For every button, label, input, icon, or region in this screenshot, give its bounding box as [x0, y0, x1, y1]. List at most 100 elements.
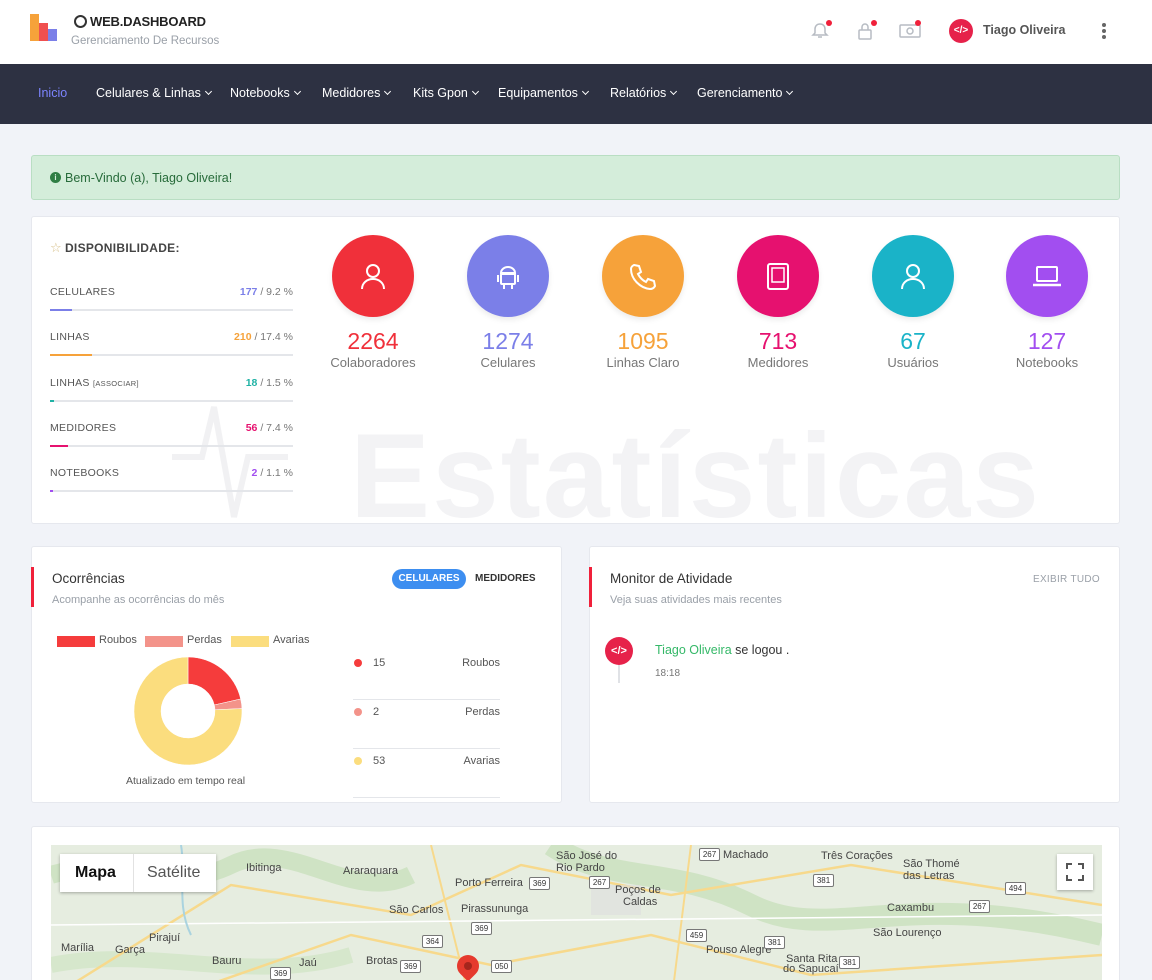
- stat-celulares[interactable]: 1274 Celulares: [443, 235, 573, 370]
- chart-caption: Atualizado em tempo real: [126, 775, 246, 787]
- availability-row: LINHAS [ASSOCIAR] 18 / 1.5 %: [50, 377, 293, 407]
- info-icon: i: [50, 172, 61, 183]
- map-city-label: São José do: [556, 850, 618, 862]
- nav-item-inicio[interactable]: Inicio: [38, 86, 67, 100]
- map-city-label: Marília: [61, 942, 95, 954]
- stat-notebooks[interactable]: 127 Notebooks: [982, 235, 1112, 370]
- fullscreen-icon[interactable]: [1057, 854, 1093, 890]
- availability-progress-fill: [50, 400, 54, 402]
- occurrence-row: 15 Roubos: [353, 651, 500, 700]
- chevron-down-icon: [293, 87, 301, 96]
- map-city-label: São Carlos: [389, 904, 444, 916]
- user-name[interactable]: Tiago Oliveira: [983, 23, 1065, 37]
- map-type-toggle: Mapa Satélite: [60, 854, 216, 892]
- welcome-text: Bem-Vindo (a), Tiago Oliveira!: [65, 171, 233, 185]
- brand-title[interactable]: WEB.DASHBOARD: [74, 14, 206, 29]
- occurrences-title: Ocorrências: [52, 571, 125, 586]
- satellite-mode-button[interactable]: Satélite: [147, 864, 200, 882]
- map-city-label: Garça: [115, 944, 145, 956]
- availability-value: 56 / 7.4 %: [245, 422, 293, 434]
- nav-item-medidores[interactable]: Medidores: [322, 86, 392, 100]
- donut-slice-roubos[interactable]: [187, 656, 241, 706]
- app-logo[interactable]: [30, 14, 58, 42]
- tab-medidores[interactable]: MEDIDORES: [475, 573, 536, 584]
- availability-progress-track: [50, 490, 293, 492]
- activity-user-link[interactable]: Tiago Oliveira: [655, 643, 732, 657]
- user-icon: [872, 235, 954, 317]
- road-shield: 381: [813, 874, 834, 887]
- stat-linhas-claro[interactable]: 1095 Linhas Claro: [578, 235, 708, 370]
- availability-value: 2 / 1.1 %: [251, 467, 293, 479]
- availability-progress-track: [50, 445, 293, 447]
- stat-label: Medidores: [747, 355, 809, 370]
- availability-label: LINHAS: [50, 331, 90, 343]
- stat-colaboradores[interactable]: 2264 Colaboradores: [308, 235, 438, 370]
- availability-progress-fill: [50, 490, 53, 492]
- tablet-icon: [737, 235, 819, 317]
- card-accent-bar: [589, 567, 592, 607]
- activity-time: 18:18: [655, 668, 681, 679]
- more-options-icon[interactable]: [1097, 23, 1111, 41]
- star-icon: ☆: [50, 240, 62, 255]
- map-view[interactable]: Ibitinga Araraquara Porto Ferreira São José…: [51, 845, 1102, 980]
- phone-icon: [602, 235, 684, 317]
- notification-dot: [915, 20, 921, 26]
- map-city-label: Pirassununga: [461, 903, 529, 915]
- availability-title: ☆ DISPONIBILIDADE:: [50, 240, 180, 255]
- chevron-down-icon: [581, 87, 589, 96]
- monitor-title: Monitor de Atividade: [610, 571, 733, 586]
- brand-globe-icon: [74, 15, 87, 28]
- map-city-label: Porto Ferreira: [455, 877, 523, 889]
- nav-item-kits-gpon[interactable]: Kits Gpon: [413, 86, 479, 100]
- road-shield: 369: [400, 960, 421, 973]
- main-navbar: Inicio Celulares & Linhas Notebooks Medi…: [0, 64, 1152, 124]
- occurrences-donut-chart[interactable]: [133, 656, 243, 766]
- occurrences-card: Ocorrências Acompanhe as ocorrências do …: [31, 546, 562, 803]
- user-avatar[interactable]: </>: [949, 19, 973, 43]
- notification-bell-icon[interactable]: [810, 20, 832, 40]
- map-city-label: do Sapucaí: [783, 963, 839, 975]
- road-shield: 369: [529, 877, 550, 890]
- nav-item-gerenciamento[interactable]: Gerenciamento: [697, 86, 794, 100]
- card-accent-bar: [31, 567, 34, 607]
- welcome-alert: i Bem-Vindo (a), Tiago Oliveira!: [31, 155, 1120, 200]
- tab-celulares[interactable]: CELULARES: [392, 569, 466, 589]
- stat-label: Linhas Claro: [606, 355, 680, 370]
- stat-medidores[interactable]: 713 Medidores: [713, 235, 843, 370]
- stat-label: Usuários: [887, 355, 939, 370]
- chevron-down-icon: [384, 87, 392, 96]
- money-icon[interactable]: [899, 20, 921, 40]
- user-icon: [332, 235, 414, 317]
- map-city-label: Ibitinga: [246, 862, 282, 874]
- stat-value: 1274: [482, 328, 534, 354]
- nav-item-equipamentos[interactable]: Equipamentos: [498, 86, 589, 100]
- nav-item-notebooks[interactable]: Notebooks: [230, 86, 301, 100]
- availability-label: CELULARES: [50, 286, 116, 298]
- occurrence-row: 53 Avarias: [353, 749, 500, 798]
- availability-row: NOTEBOOKS 2 / 1.1 %: [50, 467, 293, 497]
- series-dot: [354, 659, 362, 667]
- stat-label: Notebooks: [1015, 355, 1079, 370]
- availability-value: 18 / 1.5 %: [245, 377, 293, 389]
- stat-usuarios[interactable]: 67 Usuários: [848, 235, 978, 370]
- stat-value: 1095: [617, 328, 669, 354]
- nav-item-celulares-linhas[interactable]: Celulares & Linhas: [96, 86, 212, 100]
- nav-item-relatorios[interactable]: Relatórios: [610, 86, 678, 100]
- activity-text: Tiago Oliveira se logou .: [655, 643, 790, 657]
- notification-dot: [871, 20, 877, 26]
- map-city-label: Rio Pardo: [556, 862, 605, 874]
- map-city-label: Caxambu: [887, 902, 935, 914]
- lock-icon[interactable]: [855, 20, 877, 40]
- stat-value: 713: [758, 328, 798, 354]
- map-city-label: Caldas: [623, 896, 658, 908]
- occurrences-subtitle: Acompanhe as ocorrências do mês: [52, 594, 225, 606]
- availability-progress-fill: [50, 354, 92, 356]
- chevron-down-icon: [670, 87, 678, 96]
- road-shield: 459: [686, 929, 707, 942]
- map-city-label: das Letras: [903, 870, 955, 882]
- statistics-card: Estatísticas ☆ DISPONIBILIDADE: CELULARES…: [31, 216, 1120, 524]
- view-all-link[interactable]: EXIBIR TUDO: [1033, 574, 1100, 585]
- activity-avatar: </>: [605, 637, 633, 665]
- map-mode-button[interactable]: Mapa: [75, 864, 116, 882]
- series-dot: [354, 757, 362, 765]
